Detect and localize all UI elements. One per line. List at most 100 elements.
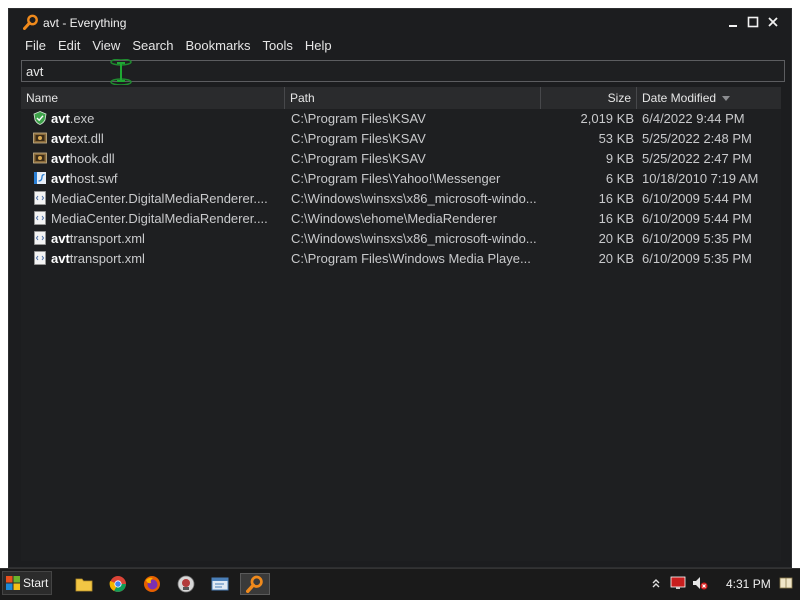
header-name-label: Name xyxy=(26,91,59,105)
window-title: avt - Everything xyxy=(43,16,127,30)
shield-app-icon xyxy=(33,111,47,125)
size-cell: 6 KB xyxy=(605,171,634,186)
date-cell: 6/10/2009 5:35 PM xyxy=(642,251,752,266)
date-cell: 10/18/2010 7:19 AM xyxy=(642,171,759,186)
date-cell: 5/25/2022 2:48 PM xyxy=(642,131,752,146)
result-rows: avt.exe C:\Program Files\KSAV 2,019 KB 6… xyxy=(21,109,781,269)
everything-window: avt - Everything File Edit View Search B… xyxy=(8,8,792,568)
name-cell: avthook.dll xyxy=(33,149,279,169)
name-cell: avt.exe xyxy=(33,109,279,129)
action-center-button[interactable] xyxy=(778,575,794,591)
taskbar-chrome-button[interactable] xyxy=(106,573,130,595)
taskbar-explorer-button[interactable] xyxy=(72,573,96,595)
result-row[interactable]: MediaCenter.DigitalMediaRenderer.... C:\… xyxy=(21,209,781,229)
header-size-label: Size xyxy=(607,91,631,105)
name-match: avt xyxy=(51,171,70,186)
search-input[interactable] xyxy=(22,61,784,81)
path-cell: C:\Program Files\KSAV xyxy=(291,131,426,146)
size-cell: 16 KB xyxy=(598,211,634,226)
window-icon xyxy=(211,577,229,591)
menu-edit[interactable]: Edit xyxy=(52,35,86,57)
result-row[interactable]: avttransport.xml C:\Windows\winsxs\x86_m… xyxy=(21,229,781,249)
menu-search[interactable]: Search xyxy=(126,35,179,57)
size-cell: 20 KB xyxy=(598,251,634,266)
taskbar-window-button[interactable] xyxy=(208,573,232,595)
firefox-icon xyxy=(144,576,160,592)
date-cell: 6/10/2009 5:44 PM xyxy=(642,191,752,206)
menu-bookmarks[interactable]: Bookmarks xyxy=(180,35,257,57)
maximize-icon xyxy=(747,16,759,28)
xml-icon xyxy=(34,251,46,265)
path-cell: C:\Windows\winsxs\x86_microsoft-windo... xyxy=(291,231,537,246)
name-rest: hook.dll xyxy=(69,151,115,166)
everything-search-icon xyxy=(23,14,38,30)
result-row[interactable]: avt.exe C:\Program Files\KSAV 2,019 KB 6… xyxy=(21,109,781,129)
windows-logo-icon xyxy=(6,576,20,590)
path-cell: C:\Program Files\Windows Media Playe... xyxy=(291,251,531,266)
dll-icon xyxy=(33,152,47,164)
taskbar-firefox-button[interactable] xyxy=(140,573,164,595)
name-cell: avttransport.xml xyxy=(33,249,279,269)
result-row[interactable]: avtext.dll C:\Program Files\KSAV 53 KB 5… xyxy=(21,129,781,149)
name-cell: avthost.swf xyxy=(33,169,279,189)
date-cell: 6/4/2022 9:44 PM xyxy=(642,111,745,126)
dll-icon xyxy=(33,132,47,144)
menu-bar: File Edit View Search Bookmarks Tools He… xyxy=(9,35,791,57)
menu-file[interactable]: File xyxy=(19,35,52,57)
name-rest: MediaCenter.DigitalMediaRenderer.... xyxy=(51,211,268,226)
size-cell: 20 KB xyxy=(598,231,634,246)
monitor-alert-icon xyxy=(670,576,686,589)
minimize-icon xyxy=(729,25,737,27)
name-match: avt xyxy=(51,231,70,246)
minimize-button[interactable] xyxy=(723,13,743,31)
close-button[interactable] xyxy=(763,13,783,31)
name-match: avt xyxy=(51,151,70,166)
path-cell: C:\Windows\winsxs\x86_microsoft-windo... xyxy=(291,191,537,206)
system-tray: 4:31 PM xyxy=(640,569,800,599)
name-cell: avttransport.xml xyxy=(33,229,279,249)
sort-descending-icon xyxy=(722,96,731,102)
result-row[interactable]: avthost.swf C:\Program Files\Yahoo!\Mess… xyxy=(21,169,781,189)
header-date-modified[interactable]: Date Modified xyxy=(637,87,781,109)
size-cell: 2,019 KB xyxy=(580,111,635,126)
chevron-up-icon xyxy=(652,579,660,588)
menu-tools[interactable]: Tools xyxy=(257,35,299,57)
name-rest: .exe xyxy=(69,111,95,126)
everything-search-icon xyxy=(246,575,263,593)
title-bar[interactable]: avt - Everything xyxy=(9,9,791,35)
taskbar-everything-button[interactable] xyxy=(240,573,270,595)
maximize-button[interactable] xyxy=(743,13,763,31)
text-cursor-icon xyxy=(110,59,132,85)
path-cell: C:\Windows\ehome\MediaRenderer xyxy=(291,211,497,226)
network-tray-button[interactable] xyxy=(670,575,686,591)
header-size[interactable]: Size xyxy=(541,87,637,109)
date-cell: 5/25/2022 2:47 PM xyxy=(642,151,752,166)
explorer-folder-icon xyxy=(75,578,93,592)
name-match: avt xyxy=(51,131,70,146)
size-cell: 53 KB xyxy=(598,131,634,146)
size-cell: 16 KB xyxy=(598,191,634,206)
volume-tray-button[interactable] xyxy=(692,575,708,591)
taskbar-app-button[interactable] xyxy=(174,573,198,595)
show-hidden-icons-button[interactable] xyxy=(650,575,662,591)
result-row[interactable]: MediaCenter.DigitalMediaRenderer.... C:\… xyxy=(21,189,781,209)
start-button[interactable]: Start xyxy=(2,571,52,595)
speaker-muted-icon xyxy=(693,577,708,590)
header-path[interactable]: Path xyxy=(285,87,541,109)
menu-help[interactable]: Help xyxy=(299,35,338,57)
desktop: avt - Everything File Edit View Search B… xyxy=(0,0,800,600)
close-icon xyxy=(768,17,778,27)
name-cell: avtext.dll xyxy=(33,129,279,149)
header-path-label: Path xyxy=(290,91,315,105)
header-name[interactable]: Name xyxy=(21,87,285,109)
name-rest: ext.dll xyxy=(69,131,104,146)
clock[interactable]: 4:31 PM xyxy=(726,577,771,591)
result-row[interactable]: avttransport.xml C:\Program Files\Window… xyxy=(21,249,781,269)
path-cell: C:\Program Files\KSAV xyxy=(291,151,426,166)
menu-view[interactable]: View xyxy=(86,35,126,57)
xml-icon xyxy=(34,211,46,225)
name-rest: MediaCenter.DigitalMediaRenderer.... xyxy=(51,191,268,206)
name-rest: host.swf xyxy=(69,171,118,186)
app-icon xyxy=(177,575,195,593)
result-row[interactable]: avthook.dll C:\Program Files\KSAV 9 KB 5… xyxy=(21,149,781,169)
